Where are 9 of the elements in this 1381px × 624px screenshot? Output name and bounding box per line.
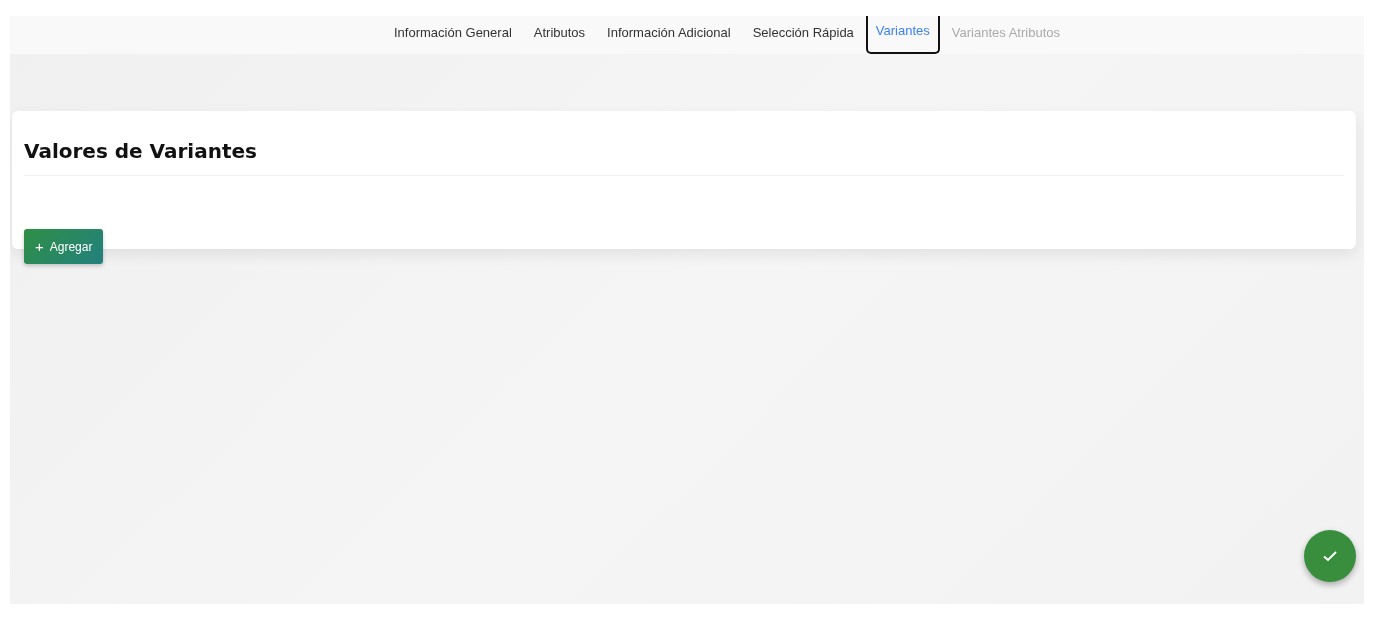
confirm-button[interactable] <box>1304 530 1356 582</box>
tab[interactable]: Selección Rápida <box>742 16 864 54</box>
add-button[interactable]: + Agregar <box>24 229 104 264</box>
tab[interactable]: Atributos <box>523 16 596 54</box>
tab[interactable]: Variantes <box>865 16 940 54</box>
checkmark-icon <box>1322 548 1338 564</box>
tab[interactable]: Información General <box>384 16 522 54</box>
card-title: Valores de Variantes <box>24 138 258 165</box>
tab[interactable]: Información Adicional <box>597 16 741 54</box>
